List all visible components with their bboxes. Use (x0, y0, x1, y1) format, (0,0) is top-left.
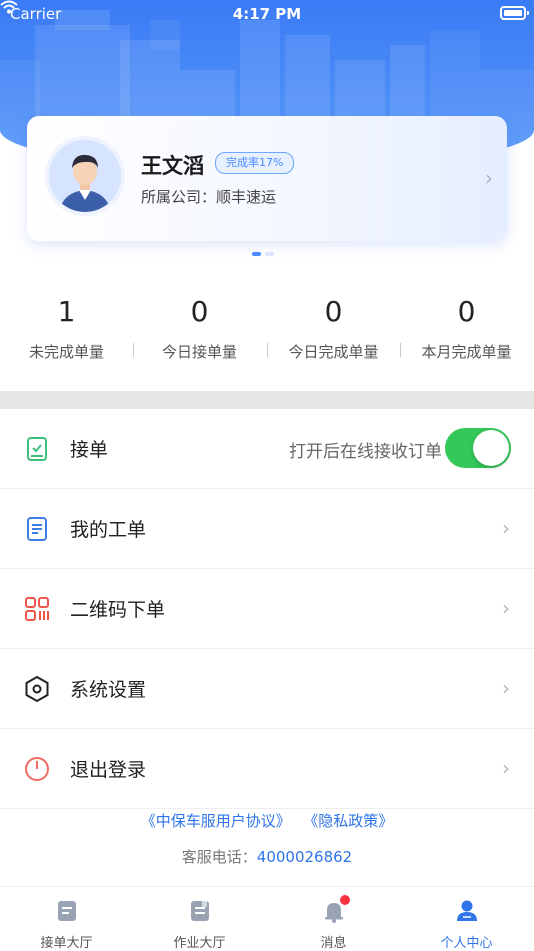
carousel-dot (265, 252, 274, 256)
user-avatar-icon (49, 140, 121, 212)
stat-value: 0 (457, 295, 476, 328)
agreement-links: 《中保车服用户协议》 《隐私政策》 (0, 810, 534, 831)
document-icon (27, 517, 47, 541)
chevron-right-icon: › (502, 676, 510, 700)
stat-label: 未完成单量 (28, 343, 104, 361)
menu-item-logout[interactable]: 退出登录 › (0, 729, 534, 809)
qr-code-icon (25, 597, 49, 621)
menu-label: 退出登录 (70, 759, 147, 781)
user-agreement-link[interactable]: 《中保车服用户协议》 (141, 812, 291, 830)
toggle-hint: 打开后在线接收订单 (289, 442, 442, 462)
chevron-right-icon: › (485, 166, 493, 190)
stat-today-accepted: 0 今日接单量 (133, 295, 266, 362)
customer-service-hotline: 客服电话：4000026862 (0, 846, 534, 867)
stat-unfinished: 1 未完成单量 (0, 295, 133, 362)
company-label: 所属公司：顺丰速运 (141, 188, 277, 206)
menu-list: 接单 打开后在线接收订单 我的工单 › 二维码下单 › 系统设置 › 退出登录 … (0, 409, 534, 809)
carousel-indicator (252, 252, 278, 271)
order-hall-icon (58, 901, 76, 921)
tab-bar: 接单大厅 作业大厅 消息 个人中心 (0, 886, 534, 951)
stat-value: 0 (190, 295, 209, 328)
completion-rate-badge: 完成率17% (215, 152, 295, 174)
toggle-knob (473, 430, 509, 466)
menu-label: 系统设置 (70, 679, 147, 701)
chevron-right-icon: › (502, 516, 510, 540)
hotline-label: 客服电话： (181, 848, 257, 866)
order-check-icon (27, 437, 47, 461)
menu-item-settings[interactable]: 系统设置 › (0, 649, 534, 729)
accept-orders-toggle[interactable] (445, 428, 511, 468)
chevron-right-icon: › (502, 596, 510, 620)
menu-item-accept-orders: 接单 打开后在线接收订单 (0, 409, 534, 489)
menu-item-qr-order[interactable]: 二维码下单 › (0, 569, 534, 649)
status-time: 4:17 PM (232, 5, 302, 23)
avatar (45, 136, 125, 216)
privacy-policy-link[interactable]: 《隐私政策》 (311, 812, 394, 830)
work-hall-icon (191, 901, 209, 921)
person-icon (457, 900, 477, 921)
stat-month-completed: 0 本月完成单量 (400, 295, 533, 362)
stat-label: 今日完成单量 (288, 343, 379, 361)
tab-label: 作业大厅 (173, 936, 226, 951)
stat-value: 0 (324, 295, 343, 328)
chevron-right-icon: › (502, 756, 510, 780)
status-bar: Carrier 4:17 PM (0, 0, 534, 30)
section-divider (0, 391, 534, 409)
profile-card[interactable]: 王文滔 完成率17% 所属公司：顺丰速运 › (27, 116, 507, 241)
tab-label: 接单大厅 (40, 936, 93, 951)
tab-messages[interactable]: 消息 (267, 887, 400, 951)
settings-hexagon-icon (25, 675, 49, 703)
menu-item-my-orders[interactable]: 我的工单 › (0, 489, 534, 569)
tab-personal-center[interactable]: 个人中心 (400, 887, 533, 951)
stat-value: 1 (57, 295, 76, 328)
battery-icon (500, 6, 529, 20)
hotline-number[interactable]: 4000026862 (257, 848, 352, 866)
stat-label: 本月完成单量 (421, 343, 512, 361)
menu-label: 接单 (70, 439, 109, 461)
stat-today-completed: 0 今日完成单量 (267, 295, 400, 362)
stats-row: 1 未完成单量 0 今日接单量 0 今日完成单量 0 本月完成单量 (0, 295, 534, 365)
power-icon (25, 757, 49, 781)
stat-label: 今日接单量 (161, 343, 237, 361)
notification-badge (340, 895, 350, 905)
tab-work-hall[interactable]: 作业大厅 (133, 887, 266, 951)
tab-label: 消息 (320, 936, 347, 951)
menu-label: 二维码下单 (70, 599, 166, 621)
carousel-dot-active (252, 252, 261, 256)
menu-label: 我的工单 (70, 519, 147, 541)
tab-order-hall[interactable]: 接单大厅 (0, 887, 133, 951)
tab-label: 个人中心 (440, 936, 493, 951)
user-name: 王文滔 (141, 154, 204, 178)
